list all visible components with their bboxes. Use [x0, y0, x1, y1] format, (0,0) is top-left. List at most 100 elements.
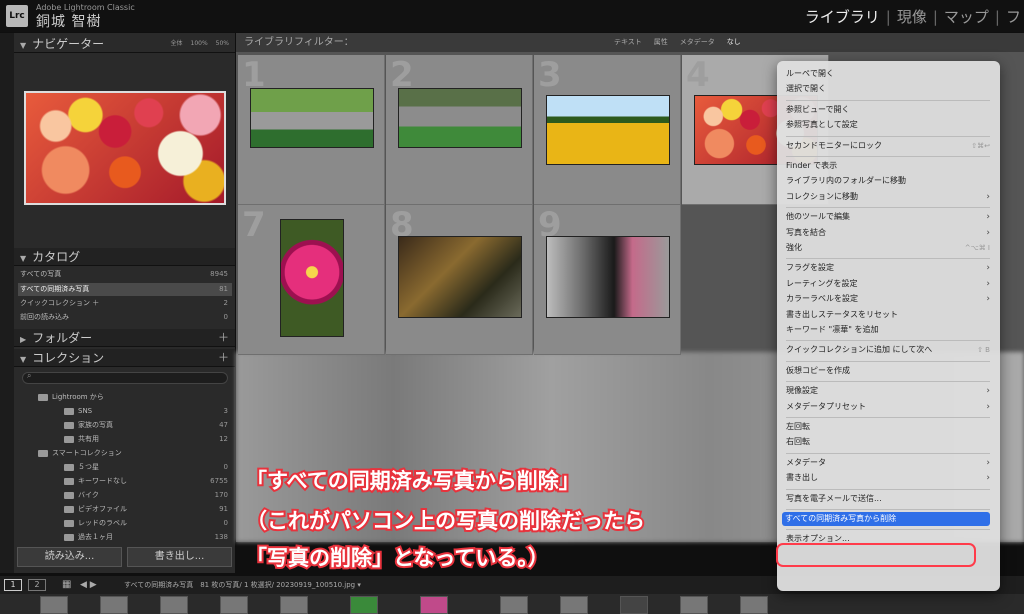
menu-item[interactable]: キーワード "凛華" を追加 [786, 323, 990, 337]
grid-cell[interactable]: 8 [386, 205, 533, 355]
filter-tab-metadata[interactable]: メタデータ [680, 38, 715, 46]
tree-item-bike[interactable]: バイク 170 [64, 488, 228, 502]
tree-item-no-keywords[interactable]: キーワードなし 6755 [64, 474, 228, 488]
photo-thumbnail[interactable] [398, 88, 522, 148]
menu-item[interactable]: 参照ビューで開く [786, 103, 990, 117]
catalog-row-quick-collection[interactable]: クイックコレクション ＋ 2 [18, 297, 232, 310]
module-library[interactable]: ライブラリ [802, 8, 883, 26]
menu-item[interactable]: 現像設定 › [786, 384, 990, 398]
filmstrip-thumb[interactable] [740, 596, 768, 614]
secondary-window-button[interactable]: 2 [28, 579, 46, 591]
grid-cell[interactable]: 7 [238, 205, 385, 355]
filmstrip-thumb[interactable] [420, 596, 448, 614]
photo-thumbnail[interactable] [250, 88, 374, 148]
menu-item[interactable]: ルーペで開く [786, 67, 990, 81]
export-button[interactable]: 書き出し... [127, 547, 232, 567]
filmstrip-thumb[interactable] [500, 596, 528, 614]
menu-item[interactable]: 仮想コピーを作成 [786, 364, 990, 378]
module-next[interactable]: フ [1003, 8, 1024, 26]
menu-item[interactable]: コレクションに移動 › [786, 190, 990, 204]
tree-item-past-month[interactable]: 過去１ヶ月 138 [64, 530, 228, 544]
filmstrip-thumb[interactable] [350, 596, 378, 614]
zoom-fit[interactable]: 全体 [170, 40, 182, 47]
tree-item-count: 47 [219, 421, 228, 429]
zoom-50[interactable]: 50% [216, 40, 229, 47]
tree-item-sns[interactable]: SNS 3 [64, 404, 228, 418]
filter-tab-none[interactable]: なし [727, 38, 741, 46]
tree-item-red-label[interactable]: レッドのラベル 0 [64, 516, 228, 530]
menu-item[interactable]: フラグを設定 › [786, 261, 990, 275]
zoom-100[interactable]: 100% [191, 40, 208, 47]
grid-view-icon[interactable]: ▦ [62, 576, 71, 594]
menu-item[interactable]: レーティングを設定 › [786, 277, 990, 291]
filmstrip-thumb[interactable] [280, 596, 308, 614]
grid-cell[interactable]: 2 [386, 55, 533, 205]
import-button[interactable]: 読み込み... [17, 547, 122, 567]
collections-header[interactable]: ▼ コレクション ＋ [14, 349, 235, 367]
menu-item[interactable]: 他のツールで編集 › [786, 210, 990, 224]
collection-icon [64, 435, 74, 443]
navigator-preview[interactable] [24, 91, 226, 205]
menu-item[interactable]: すべての同期済み写真から削除 [782, 512, 990, 526]
catalog-row-all-photos[interactable]: すべての写真 8945 [18, 268, 232, 281]
filter-tab-attribute[interactable]: 属性 [654, 38, 668, 46]
module-develop[interactable]: 現像 [894, 8, 930, 26]
menu-item[interactable]: 右回転 [786, 435, 990, 449]
filmstrip-thumb[interactable] [220, 596, 248, 614]
menu-item[interactable]: クイックコレクションに追加 にして次へ ⇧ B [786, 343, 990, 357]
menu-item[interactable]: 選択で開く [786, 82, 990, 96]
main-window-button[interactable]: 1 [4, 579, 22, 591]
filmstrip-thumb[interactable] [680, 596, 708, 614]
menu-item[interactable]: メタデータプリセット › [786, 400, 990, 414]
filmstrip-thumb[interactable] [40, 596, 68, 614]
tree-item-smart-set[interactable]: スマートコレクション [38, 446, 228, 460]
filmstrip-thumb[interactable] [100, 596, 128, 614]
menu-item[interactable]: メタデータ › [786, 456, 990, 470]
tree-item-5-stars[interactable]: ５つ星 0 [64, 460, 228, 474]
menu-item[interactable]: 書き出し › [786, 471, 990, 485]
nav-arrows-icon[interactable]: ◀ ▶ [80, 576, 97, 594]
menu-item[interactable]: 書き出しステータスをリセット [786, 308, 990, 322]
tree-item-label: レッドのラベル [78, 519, 127, 527]
grid-cell[interactable]: 9 [534, 205, 681, 355]
grid-cell[interactable]: 3 [534, 55, 681, 205]
folders-header[interactable]: ▶ フォルダー ＋ [14, 329, 235, 347]
grid-cell[interactable]: 1 [238, 55, 385, 205]
collection-search-input[interactable]: ⌕ [22, 371, 228, 384]
add-collection-icon[interactable]: ＋ [218, 349, 229, 367]
tree-item-video[interactable]: ビデオファイル 91 [64, 502, 228, 516]
menu-item[interactable]: 強化 ^⌥⌘ I [786, 241, 990, 255]
photo-thumbnail[interactable] [546, 236, 670, 318]
menu-item[interactable]: ライブラリ内のフォルダーに移動 [786, 174, 990, 188]
filmstrip-thumb[interactable] [160, 596, 188, 614]
catalog-row-previous-import[interactable]: 前回の読み込み 0 [18, 311, 232, 324]
menu-item[interactable]: Finder で表示 [786, 159, 990, 173]
menu-item[interactable]: カラーラベルを設定 › [786, 292, 990, 306]
menu-separator [786, 529, 990, 531]
filter-tab-text[interactable]: テキスト [614, 38, 642, 46]
menu-item[interactable]: 写真を結合 › [786, 226, 990, 240]
left-panel-edge[interactable] [0, 33, 14, 573]
add-folder-icon[interactable]: ＋ [218, 329, 229, 347]
photo-thumbnail[interactable] [398, 236, 522, 318]
menu-item-label: 右回転 [786, 437, 810, 447]
photo-thumbnail[interactable] [280, 219, 344, 337]
photo-thumbnail[interactable] [546, 95, 670, 165]
menu-item[interactable]: 写真を電子メールで送信... [786, 492, 990, 506]
catalog-header[interactable]: ▼ カタログ [14, 248, 235, 266]
tree-item-family[interactable]: 家族の写真 47 [64, 418, 228, 432]
filmstrip-thumb[interactable] [620, 596, 648, 614]
menu-item[interactable]: セカンドモニターにロック ⇧⌘↩ [786, 139, 990, 153]
module-map[interactable]: マップ [941, 8, 992, 26]
menu-separator [786, 340, 990, 342]
filmstrip-thumb[interactable] [560, 596, 588, 614]
navigator-header[interactable]: ▼ ナビゲーター 全体 100% 50% [14, 35, 235, 53]
tree-item-count: 6755 [210, 477, 228, 485]
catalog-row-synced[interactable]: すべての同期済み写真 81 [18, 283, 232, 296]
tree-item-shared[interactable]: 共有用 12 [64, 432, 228, 446]
tree-item-lightroom-set[interactable]: Lightroom から [38, 390, 228, 404]
menu-item[interactable]: 左回転 [786, 420, 990, 434]
source-info[interactable]: すべての同期済み写真 81 枚の写真/ 1 枚選択/ 20230919_1005… [124, 576, 361, 594]
menu-item[interactable]: 参照写真として設定 [786, 118, 990, 132]
tree-item-label: SNS [78, 407, 93, 415]
